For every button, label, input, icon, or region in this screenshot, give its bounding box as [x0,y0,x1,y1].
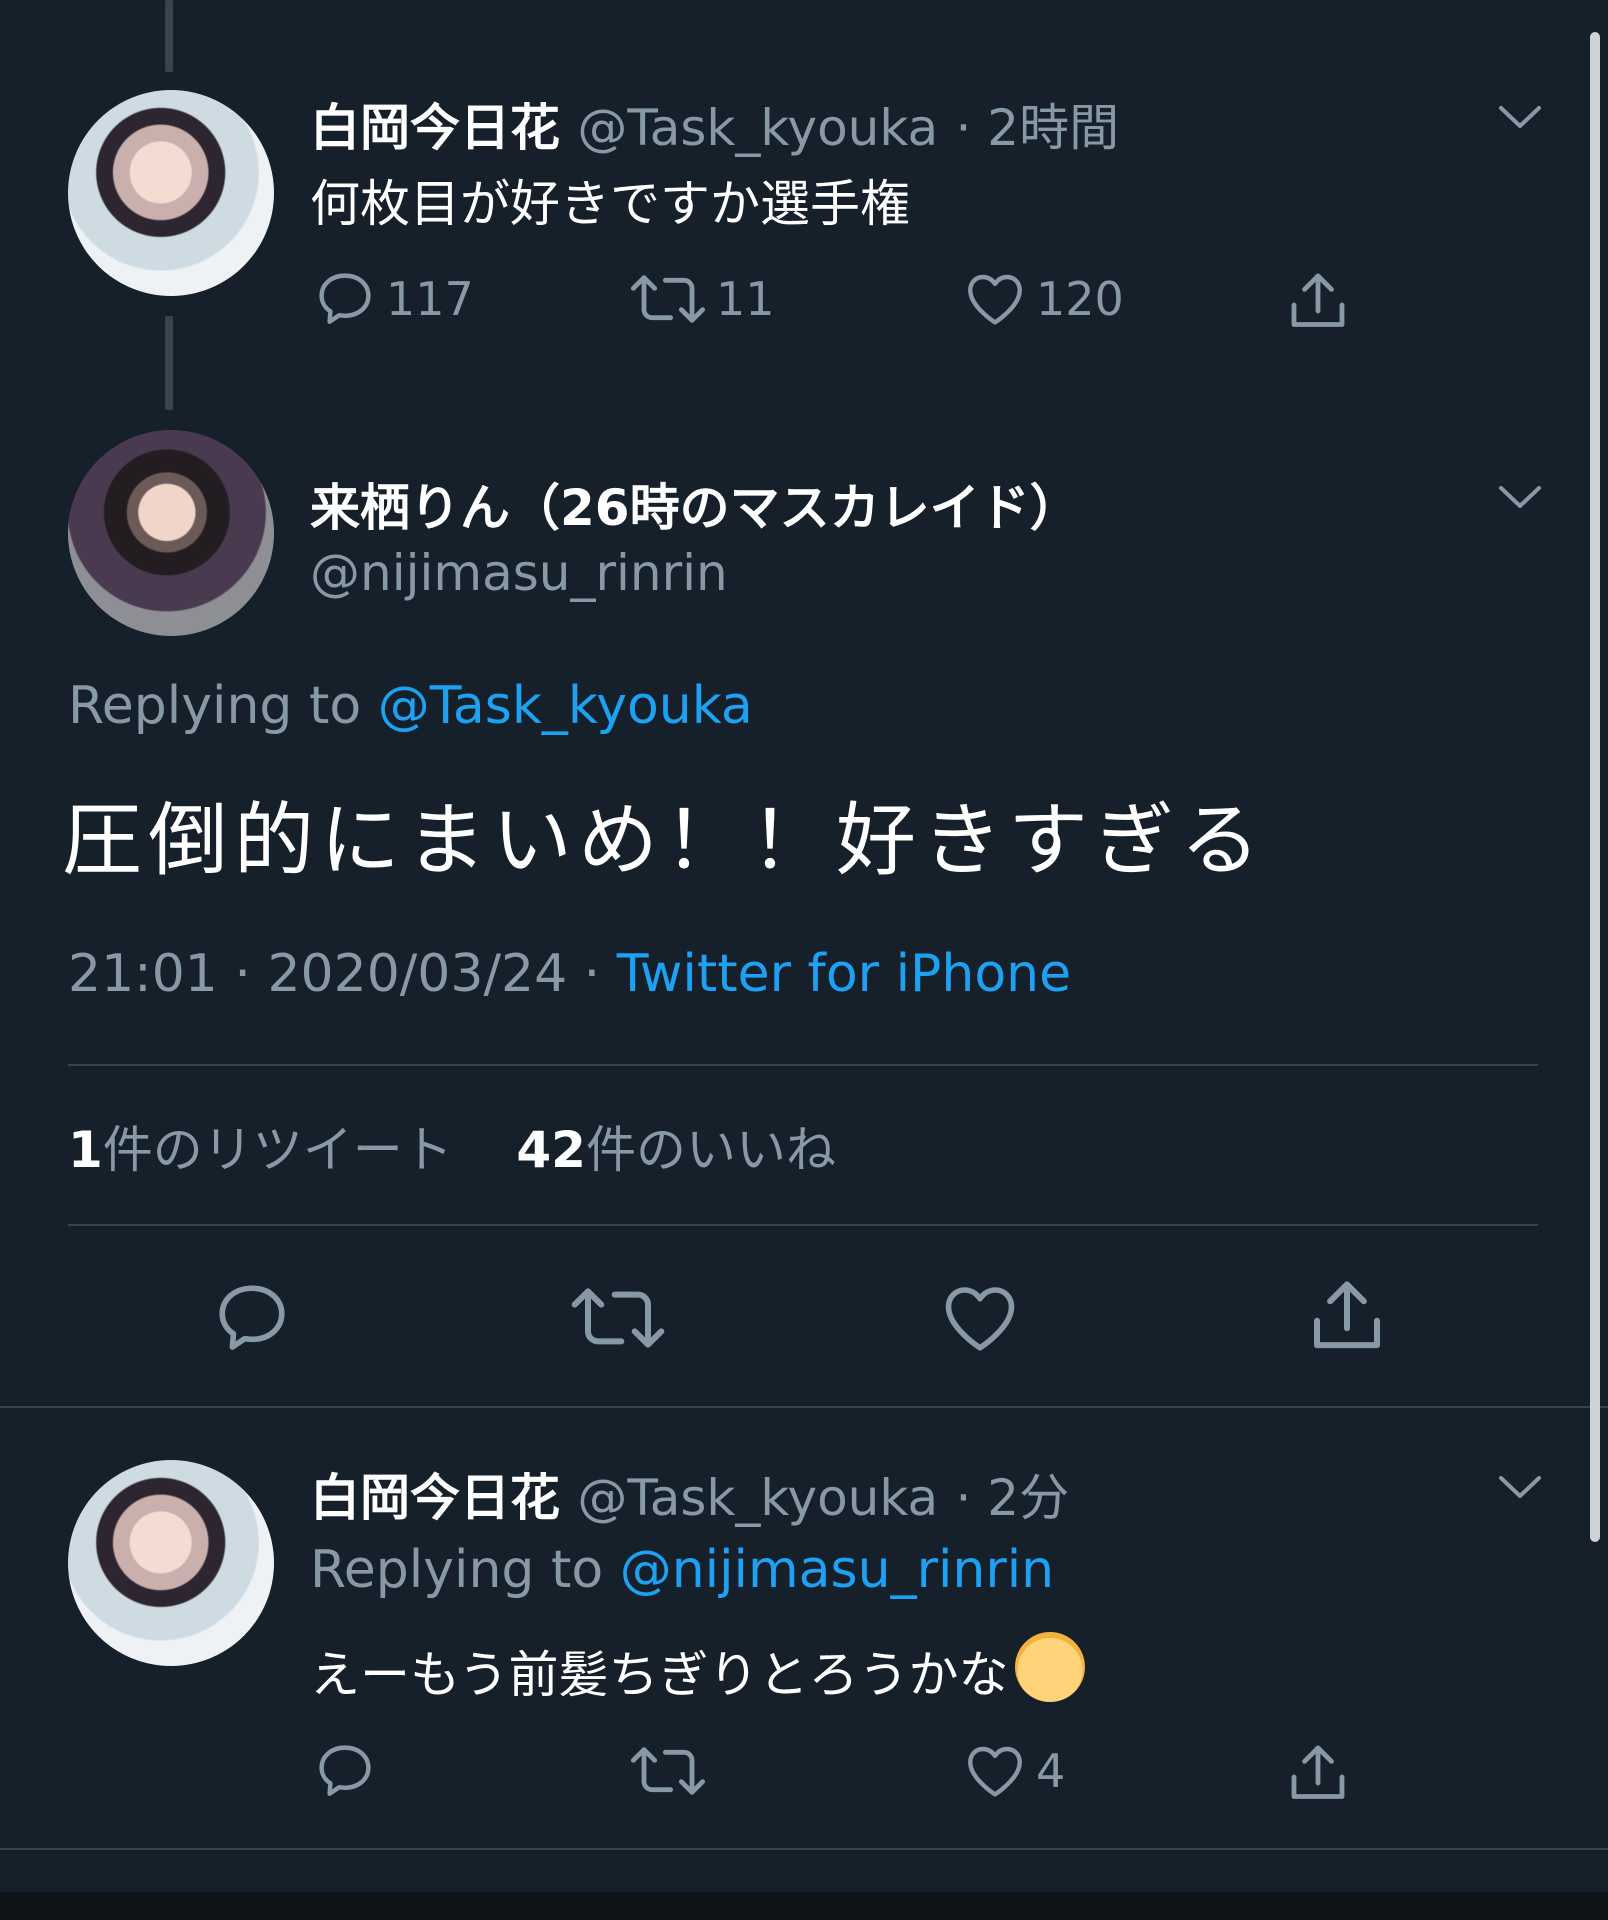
reply-icon [312,1738,378,1804]
replying-to-label: Replying to [310,1540,604,1600]
timestamp[interactable]: · 2時間 [956,99,1120,157]
retweet-button[interactable] [568,1276,668,1360]
retweets-number: 1 [68,1121,103,1179]
tweet-text-line: えーもう前髪ちぎりとろうかな [310,1632,1085,1707]
tweet-header: 白岡今日花 @Task_kyouka · 2分 [310,1458,1069,1530]
chevron-down-icon[interactable] [1498,104,1542,132]
replying-to-line: Replying to @Task_kyouka [68,676,753,736]
like-icon [938,1276,1022,1360]
share-button[interactable] [1282,266,1354,338]
handle[interactable]: @nijimasu_rinrin [310,544,728,602]
reply-button[interactable] [210,1276,294,1360]
retweet-button[interactable]: 11 [628,266,775,332]
like-icon [962,1738,1028,1804]
reply-icon [312,266,378,332]
retweets-label: 件のリツイート [102,1121,453,1179]
replying-to-label: Replying to [68,676,362,736]
tweet-stats: 1件のリツイート 42件のいいね [68,1110,836,1182]
baby-emoji [1014,1632,1085,1702]
share-button[interactable] [1282,1738,1354,1810]
avatar[interactable] [68,1460,274,1666]
reply-button[interactable]: 117 [312,266,474,332]
tweet-text: えーもう前髪ちぎりとろうかな [310,1646,1009,1704]
likes-number: 42 [516,1121,586,1179]
avatar[interactable] [68,430,274,636]
handle[interactable]: @Task_kyouka [577,99,938,157]
share-icon [1282,1738,1354,1810]
likes-stat[interactable]: 42件のいいね [516,1121,836,1179]
tweet-source[interactable]: Twitter for iPhone [617,944,1071,1004]
like-icon [962,266,1028,332]
reply-button[interactable] [312,1738,378,1804]
display-name[interactable]: 白岡今日花 [310,99,560,157]
divider [0,1406,1608,1408]
like-button[interactable] [938,1276,1022,1360]
reply-icon [210,1276,294,1360]
divider [0,1848,1608,1850]
share-icon [1302,1272,1392,1362]
thread-connector-middle [165,316,173,410]
handle[interactable]: @Task_kyouka [577,1469,938,1527]
display-name[interactable]: 来栖りん（26時のマスカレイド） [310,468,1080,540]
tweet-text: 圧倒的にまいめ！！好きすぎる [62,794,1266,887]
like-button[interactable]: 120 [962,266,1124,332]
likes-label: 件のいいね [585,1121,836,1179]
divider [68,1064,1538,1066]
share-icon [1282,266,1354,338]
like-count: 4 [1036,1744,1066,1798]
replying-to-mention[interactable]: @nijimasu_rinrin [620,1540,1054,1600]
avatar[interactable] [68,90,274,296]
like-button[interactable]: 4 [962,1738,1065,1804]
share-button[interactable] [1302,1272,1392,1362]
retweet-icon [628,266,708,332]
retweet-button[interactable] [628,1738,708,1804]
scrollbar[interactable] [1590,32,1600,1542]
bottom-bar [0,1892,1608,1920]
retweet-count: 11 [716,272,775,326]
chevron-down-icon[interactable] [1498,484,1542,512]
replying-to-line: Replying to @nijimasu_rinrin [310,1540,1054,1600]
tweet-thread-page: 白岡今日花 @Task_kyouka · 2時間 何枚目が好きですか選手権 11… [0,0,1608,1920]
retweet-icon [628,1738,708,1804]
like-count: 120 [1036,272,1124,326]
replying-to-mention[interactable]: @Task_kyouka [378,676,753,736]
reply-count: 117 [386,272,474,326]
retweet-icon [568,1276,668,1360]
tweet-text: 何枚目が好きですか選手権 [310,175,910,233]
thread-connector-top [165,0,173,72]
display-name[interactable]: 白岡今日花 [310,1469,560,1527]
divider [68,1224,1538,1226]
tweet-header: 白岡今日花 @Task_kyouka · 2時間 [310,88,1119,160]
tweet-timestamp[interactable]: 21:01 · 2020/03/24 · [68,944,600,1004]
timestamp[interactable]: · 2分 [956,1469,1070,1527]
tweet-timestamp-line: 21:01 · 2020/03/24 · Twitter for iPhone [68,944,1071,1004]
chevron-down-icon[interactable] [1498,1474,1542,1502]
retweets-stat[interactable]: 1件のリツイート [68,1121,453,1179]
